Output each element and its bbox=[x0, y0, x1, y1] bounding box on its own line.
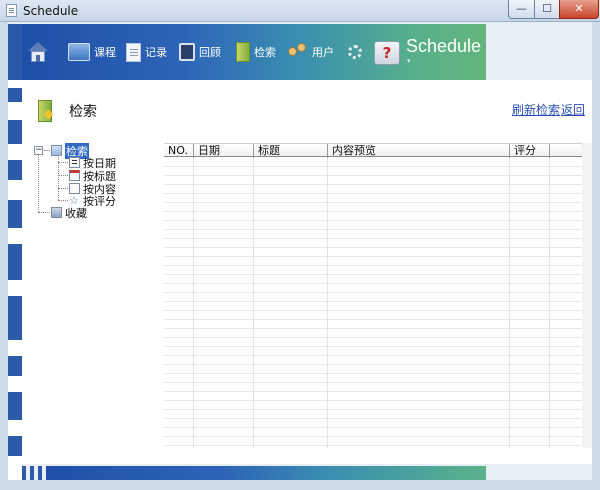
search-tree: − 检索 按日期 按标题 按内容 ☆ 按评分 收藏 bbox=[34, 142, 164, 223]
help-button[interactable]: ? bbox=[374, 39, 400, 67]
grid-column-divider bbox=[193, 158, 194, 448]
favorites-icon bbox=[51, 207, 62, 218]
decor-stripe bbox=[8, 160, 22, 180]
tree-item-label: 按评分 bbox=[83, 194, 116, 208]
record-icon bbox=[126, 42, 141, 62]
decor-stripe bbox=[38, 466, 42, 480]
tree-connector bbox=[58, 188, 68, 189]
page-title: 检索 bbox=[69, 104, 97, 120]
course-icon bbox=[68, 43, 90, 61]
decor-stripe bbox=[8, 356, 22, 376]
main-toolbar: 课程 记录 回顾 检索 用户 ? Schedule ▾ bbox=[22, 24, 486, 80]
toolbar-search-label: 检索 bbox=[254, 46, 276, 59]
document-icon bbox=[69, 183, 80, 194]
refresh-search-link[interactable]: 刷新检索 bbox=[512, 101, 560, 118]
decor-stripe bbox=[8, 436, 22, 456]
toolbar-user-button[interactable]: 用户 bbox=[288, 38, 334, 66]
column-header-no[interactable]: NO. bbox=[164, 144, 194, 158]
grid-column-divider bbox=[549, 158, 550, 448]
decor-stripe bbox=[8, 296, 22, 340]
help-icon: ? bbox=[374, 41, 400, 65]
chevron-down-icon[interactable]: ▾ bbox=[407, 57, 411, 65]
review-icon bbox=[179, 43, 195, 61]
title-icon bbox=[69, 170, 80, 181]
toolbar-review-label: 回顾 bbox=[199, 46, 221, 59]
search-icon bbox=[236, 42, 250, 62]
minimize-button[interactable]: — bbox=[508, 0, 535, 19]
grid-body[interactable] bbox=[164, 158, 582, 448]
grid-header: NO. 日期 标题 内容预览 评分 bbox=[164, 143, 582, 158]
grid-column-divider bbox=[253, 158, 254, 448]
grid-column-divider bbox=[327, 158, 328, 448]
tree-item-label: 收藏 bbox=[65, 206, 87, 220]
calendar-icon bbox=[69, 157, 80, 168]
grid-right-edge bbox=[582, 143, 592, 448]
toolbar-record-label: 记录 bbox=[145, 46, 167, 59]
tree-item-favorites[interactable]: 收藏 bbox=[51, 206, 87, 220]
tree-connector bbox=[38, 212, 50, 213]
tree-connector bbox=[58, 162, 68, 163]
maximize-button[interactable]: ☐ bbox=[534, 0, 560, 19]
folder-icon bbox=[51, 145, 62, 156]
tree-expander[interactable]: − bbox=[34, 146, 43, 155]
decor-stripe bbox=[8, 244, 22, 280]
column-header-rating[interactable]: 评分 bbox=[510, 144, 550, 158]
close-button[interactable]: ✕ bbox=[559, 0, 599, 19]
toolbar-course-button[interactable]: 课程 bbox=[68, 38, 116, 66]
user-icon bbox=[288, 43, 308, 61]
decor-stripe bbox=[8, 88, 22, 102]
back-link[interactable]: 返回 bbox=[561, 101, 585, 118]
column-header-date[interactable]: 日期 bbox=[194, 144, 254, 158]
app-icon bbox=[6, 4, 17, 17]
toolbar-user-label: 用户 bbox=[312, 46, 334, 59]
grid-column-divider bbox=[509, 158, 510, 448]
search-page-icon bbox=[38, 100, 52, 122]
decor-stripe bbox=[8, 200, 22, 228]
brand-title: Schedule bbox=[406, 36, 482, 56]
window-frame-right bbox=[592, 22, 600, 490]
toolbar-course-label: 课程 bbox=[94, 46, 116, 59]
title-bar: Schedule — ☐ ✕ bbox=[0, 0, 600, 22]
decor-stripe bbox=[8, 24, 22, 80]
window-title: Schedule bbox=[23, 4, 79, 18]
home-icon[interactable] bbox=[28, 42, 48, 64]
toolbar-review-button[interactable]: 回顾 bbox=[179, 38, 221, 66]
tree-connector bbox=[38, 155, 39, 212]
toolbar-search-button[interactable]: 检索 bbox=[236, 38, 276, 66]
tree-connector bbox=[58, 175, 68, 176]
gear-icon bbox=[348, 45, 362, 59]
tree-connector bbox=[58, 200, 68, 201]
bottom-bar bbox=[46, 466, 486, 480]
column-header-preview[interactable]: 内容预览 bbox=[328, 144, 510, 158]
decor-stripe bbox=[8, 120, 22, 144]
decor-stripe bbox=[30, 466, 34, 480]
toolbar-record-button[interactable]: 记录 bbox=[126, 38, 167, 66]
decor-stripe bbox=[8, 392, 22, 420]
tree-connector bbox=[44, 150, 50, 151]
settings-button[interactable] bbox=[348, 38, 362, 66]
column-header-title[interactable]: 标题 bbox=[254, 144, 328, 158]
decor-stripe bbox=[22, 466, 26, 480]
window-frame-left bbox=[0, 22, 8, 490]
window-frame-bottom bbox=[0, 480, 600, 490]
results-grid: NO. 日期 标题 内容预览 评分 bbox=[164, 143, 582, 448]
